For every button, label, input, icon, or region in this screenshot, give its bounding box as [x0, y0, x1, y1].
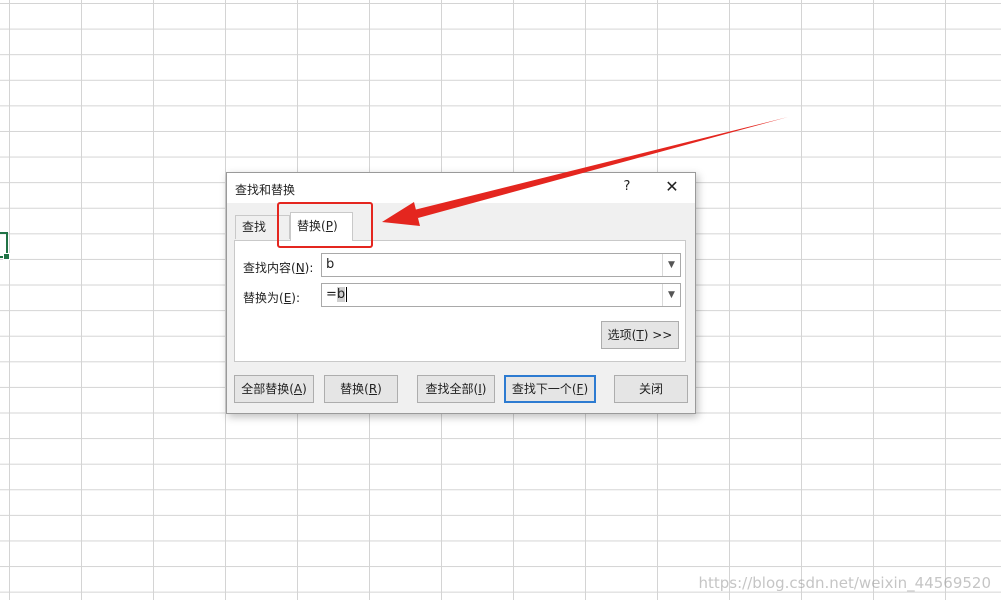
fill-handle[interactable]	[3, 253, 10, 260]
replace-all-button[interactable]: 全部替换(A)	[234, 375, 314, 403]
tab-replace[interactable]: 替换(P)	[290, 212, 353, 241]
replace-button[interactable]: 替换(R)	[324, 375, 398, 403]
close-button[interactable]: 关闭	[614, 375, 688, 403]
watermark-text: https://blog.csdn.net/weixin_44569520	[698, 574, 991, 592]
find-replace-dialog: 查找和替换 ? ✕ 查找(D) 替换(P) 查找内容(N): b ▼ 替换为(E…	[226, 172, 696, 414]
find-what-label: 查找内容(N):	[243, 261, 314, 275]
find-what-combobox[interactable]: b ▼	[321, 253, 681, 277]
find-all-button[interactable]: 查找全部(I)	[417, 375, 495, 403]
options-button[interactable]: 选项(T) >>	[601, 321, 679, 349]
replace-with-value[interactable]: =b	[326, 287, 348, 302]
chevron-down-icon[interactable]: ▼	[662, 284, 680, 306]
active-cell-indicator[interactable]	[0, 232, 10, 260]
replace-with-combobox[interactable]: =b ▼	[321, 283, 681, 307]
replace-panel: 查找内容(N): b ▼ 替换为(E): =b ▼ 选项(T) >>	[234, 240, 686, 362]
find-what-value[interactable]: b	[326, 257, 334, 272]
dialog-titlebar: 查找和替换 ? ✕	[227, 173, 695, 203]
dialog-title: 查找和替换	[235, 183, 296, 197]
chevron-down-icon[interactable]: ▼	[662, 254, 680, 276]
tab-find[interactable]: 查找(D)	[235, 215, 290, 256]
find-next-button[interactable]: 查找下一个(F)	[504, 375, 596, 403]
close-icon[interactable]: ✕	[659, 175, 685, 199]
selected-text: b	[336, 287, 346, 302]
replace-with-label: 替换为(E):	[243, 291, 301, 305]
tab-strip: 查找(D) 替换(P)	[235, 211, 687, 256]
help-button[interactable]: ?	[619, 179, 635, 197]
